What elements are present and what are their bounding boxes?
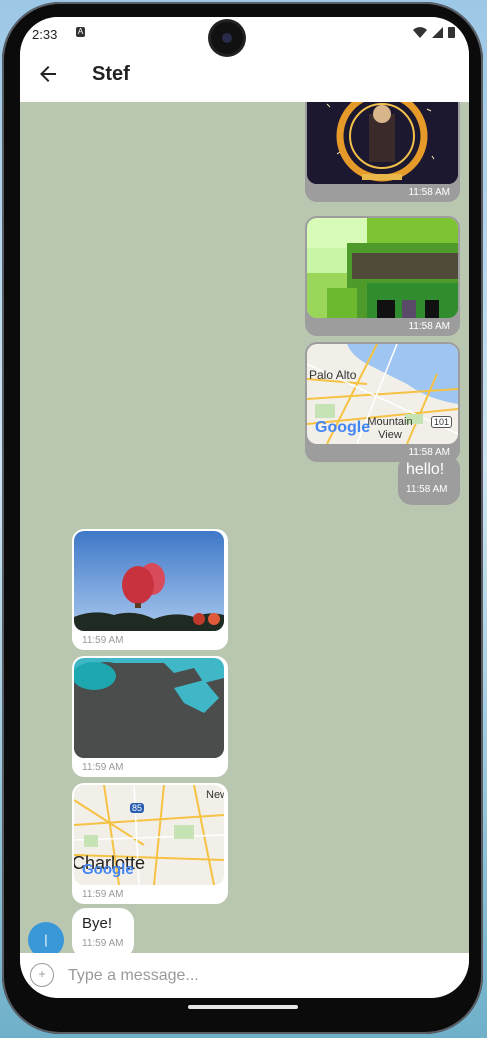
pixel-art-image	[307, 218, 458, 318]
abstract-image	[74, 658, 224, 758]
message-time: 11:59 AM	[82, 762, 124, 773]
message-text: Bye!	[82, 915, 113, 932]
incoming-text-message[interactable]: Bye! 11:59 AM	[72, 908, 134, 953]
incoming-image-message[interactable]: 11:59 AM	[72, 656, 228, 777]
notification-icon: A	[76, 27, 85, 37]
map-brand: Google	[82, 861, 134, 878]
incoming-location-message[interactable]: Charlotte New Google 85 11:59 AM	[72, 783, 228, 904]
message-text: hello!	[406, 461, 445, 478]
map-label: New	[206, 789, 224, 801]
home-indicator[interactable]	[188, 1005, 298, 1009]
outgoing-image-message[interactable]: 11:58 AM	[305, 216, 460, 336]
movie-poster-image	[307, 102, 458, 184]
highway-shield-icon: 85	[130, 803, 145, 813]
message-list[interactable]: 11:58 AM 11:58 AM Palo Alto Mountain Vie…	[20, 102, 469, 953]
message-time: 11:58 AM	[408, 187, 450, 198]
message-time: 11:58 AM	[408, 321, 450, 332]
conversation-title: Stef	[92, 63, 130, 85]
map-brand: Google	[315, 419, 371, 436]
contact-avatar[interactable]: |	[28, 922, 64, 953]
battery-icon	[448, 27, 455, 38]
status-bar: 2:33 A	[20, 17, 469, 49]
message-time: 11:59 AM	[82, 938, 124, 949]
signal-icon	[432, 26, 443, 38]
wifi-icon	[413, 26, 427, 38]
outgoing-text-message[interactable]: hello! 11:58 AM	[398, 455, 460, 505]
incoming-image-message[interactable]: 11:59 AM	[72, 529, 228, 650]
back-arrow-icon[interactable]	[36, 62, 60, 86]
message-input[interactable]	[66, 961, 450, 991]
message-time: 11:59 AM	[82, 635, 124, 646]
message-time: 11:59 AM	[82, 889, 124, 900]
outgoing-image-message[interactable]: 11:58 AM	[305, 102, 460, 202]
map-image: Palo Alto Mountain View Google 101	[307, 344, 458, 444]
status-time: 2:33	[32, 27, 58, 42]
phone-frame: 2:33 A Stef 11:58 AM 11:58 AM Palo Alto …	[2, 2, 483, 1034]
map-label: Palo Alto	[309, 368, 357, 382]
highway-shield-icon: 101	[431, 416, 453, 428]
front-camera	[211, 22, 243, 54]
screen: 2:33 A Stef 11:58 AM 11:58 AM Palo Alto …	[20, 17, 469, 998]
message-composer: +	[20, 953, 469, 998]
status-icons	[413, 26, 455, 38]
message-time: 11:58 AM	[406, 484, 448, 495]
add-attachment-button[interactable]: +	[30, 963, 54, 987]
hot-air-balloon-image	[74, 531, 224, 631]
app-bar: Stef	[20, 49, 469, 102]
outgoing-location-message[interactable]: Palo Alto Mountain View Google 101 11:58…	[305, 342, 460, 462]
map-image: Charlotte New Google 85	[74, 785, 224, 885]
